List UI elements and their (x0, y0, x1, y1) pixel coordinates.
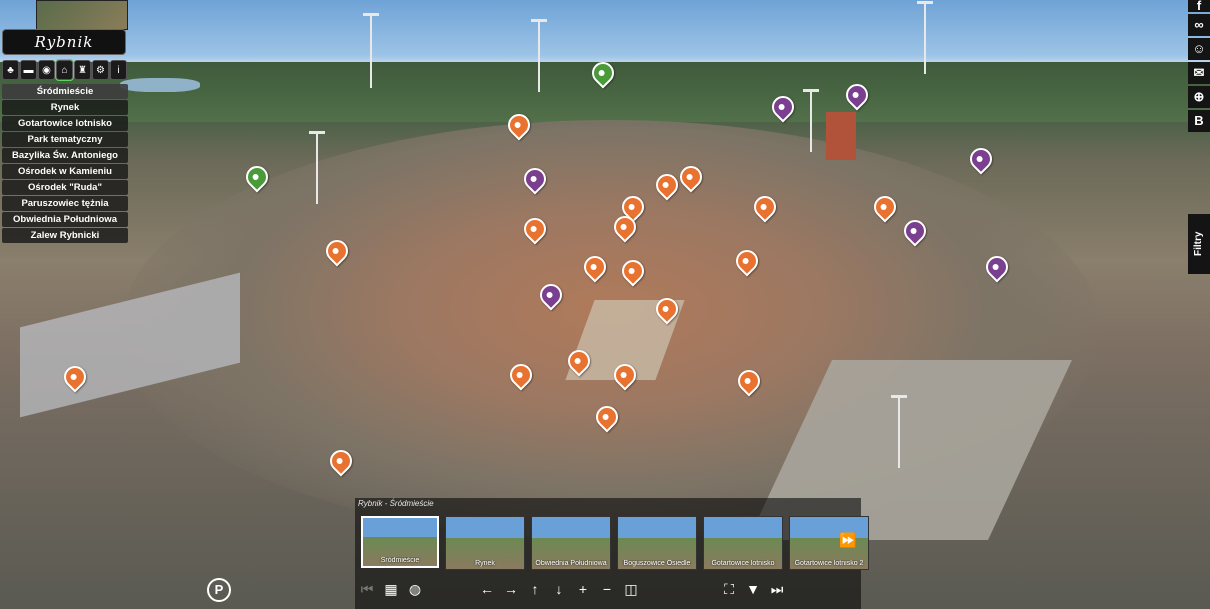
location-item[interactable]: Ośrodek "Ruda" (2, 180, 128, 195)
category-icons: ♣ ▬ ◉ ⌂ ♜ ⚙ i (2, 59, 127, 81)
location-item[interactable]: Paruszowiec tężnia (2, 196, 128, 211)
location-title: Rybnik (2, 29, 126, 55)
light-mast (803, 89, 819, 152)
arrow-down-icon[interactable]: ↓ (547, 581, 571, 597)
location-item[interactable]: Obwiednia Południowa (2, 212, 128, 227)
location-item[interactable]: Zalew Rybnicki (2, 228, 128, 243)
arrow-up-icon[interactable]: ↑ (523, 581, 547, 597)
bed-icon[interactable]: ▬ (20, 60, 37, 80)
light-mast (891, 395, 907, 468)
location-item[interactable]: Ośrodek w Kamieniu (2, 164, 128, 179)
gallery-thumbnails: Śródmieście Rynek Obwiednia Południowa B… (361, 516, 869, 570)
envelope-icon[interactable]: ✉ (1188, 62, 1210, 84)
arrow-left-icon[interactable]: ← (475, 581, 499, 597)
monument-icon[interactable]: ♜ (74, 60, 91, 80)
car-icon[interactable]: ◉ (38, 60, 55, 80)
location-item[interactable]: Gotartowice lotnisko (2, 116, 128, 131)
light-mast (309, 131, 325, 204)
zoom-in-icon[interactable]: + (571, 581, 595, 597)
gallery-thumbnail[interactable]: Rynek (445, 516, 525, 570)
lake (120, 78, 200, 92)
light-mast (531, 19, 547, 92)
gallery-next-icon[interactable]: ⏩ (839, 532, 856, 549)
vr-icon[interactable]: ◫ (619, 581, 643, 598)
thumbnail-label: Rynek (475, 560, 495, 567)
location-item[interactable]: Śródmieście (2, 84, 128, 99)
thumbnail-label: Boguszowice Osiedle (623, 560, 691, 567)
fullscreen-icon[interactable]: ⛶ (717, 581, 741, 598)
thumbnail-label: Gotartowice lotnisko 2 (794, 560, 864, 567)
trees-icon[interactable]: ♣ (2, 60, 19, 80)
last-icon[interactable]: ⏭ (765, 581, 789, 598)
location-list: Śródmieście Rynek Gotartowice lotnisko P… (2, 84, 128, 244)
gallery-thumbnail[interactable]: Śródmieście (361, 516, 439, 568)
hide-gallery-icon[interactable]: ▼ (741, 581, 765, 597)
tripadvisor-icon[interactable]: ∞ (1188, 14, 1210, 36)
minimap-thumbnail[interactable] (36, 0, 128, 30)
info-icon[interactable]: i (110, 60, 127, 80)
viewer-controls: ⏮ ▦ ◍ ← → ↑ ↓ + − ◫ ⛶ ▼ ⏭ (355, 574, 861, 604)
thumbnail-label: Śródmieście (380, 557, 420, 564)
thumbnail-label: Obwiednia Południowa (535, 560, 607, 567)
arrow-right-icon[interactable]: → (499, 581, 523, 597)
bike-icon[interactable]: ⚙ (92, 60, 109, 80)
basilica (826, 112, 856, 160)
basket-icon[interactable]: ⌂ (55, 59, 74, 81)
b-icon[interactable]: B (1188, 110, 1210, 132)
parking-badge[interactable]: P (207, 578, 231, 602)
light-mast (917, 1, 933, 74)
gallery-current-title: Rybnik - Śródmieście (358, 499, 434, 508)
gallery-thumbnail[interactable]: Boguszowice Osiedle (617, 516, 697, 570)
globe-icon[interactable]: ◍ (403, 581, 427, 598)
gallery-thumbnail[interactable]: Gotartowice lotnisko (703, 516, 783, 570)
grid-icon[interactable]: ▦ (379, 581, 403, 598)
map-pin-icon[interactable] (965, 143, 997, 175)
right-toolbar: f ∞ ☺ ✉ ⊕ B (1188, 0, 1210, 134)
location-item[interactable]: Rynek (2, 100, 128, 115)
location-item[interactable]: Bazylika Św. Antoniego (2, 148, 128, 163)
plus-circle-icon[interactable]: ⊕ (1188, 86, 1210, 108)
zoom-out-icon[interactable]: − (595, 581, 619, 597)
facebook-icon[interactable]: f (1188, 0, 1210, 12)
people-icon[interactable]: ☺ (1188, 38, 1210, 60)
thumbnail-label: Gotartowice lotnisko (711, 560, 775, 567)
panorama-gallery: Rybnik - Śródmieście Śródmieście Rynek O… (355, 498, 869, 609)
first-icon[interactable]: ⏮ (355, 581, 379, 598)
light-mast (363, 13, 379, 88)
gallery-thumbnail[interactable]: Gotartowice lotnisko 2 (789, 516, 869, 570)
location-item[interactable]: Park tematyczny (2, 132, 128, 147)
gallery-thumbnail[interactable]: Obwiednia Południowa (531, 516, 611, 570)
filters-tab[interactable]: Filtry (1188, 214, 1210, 274)
